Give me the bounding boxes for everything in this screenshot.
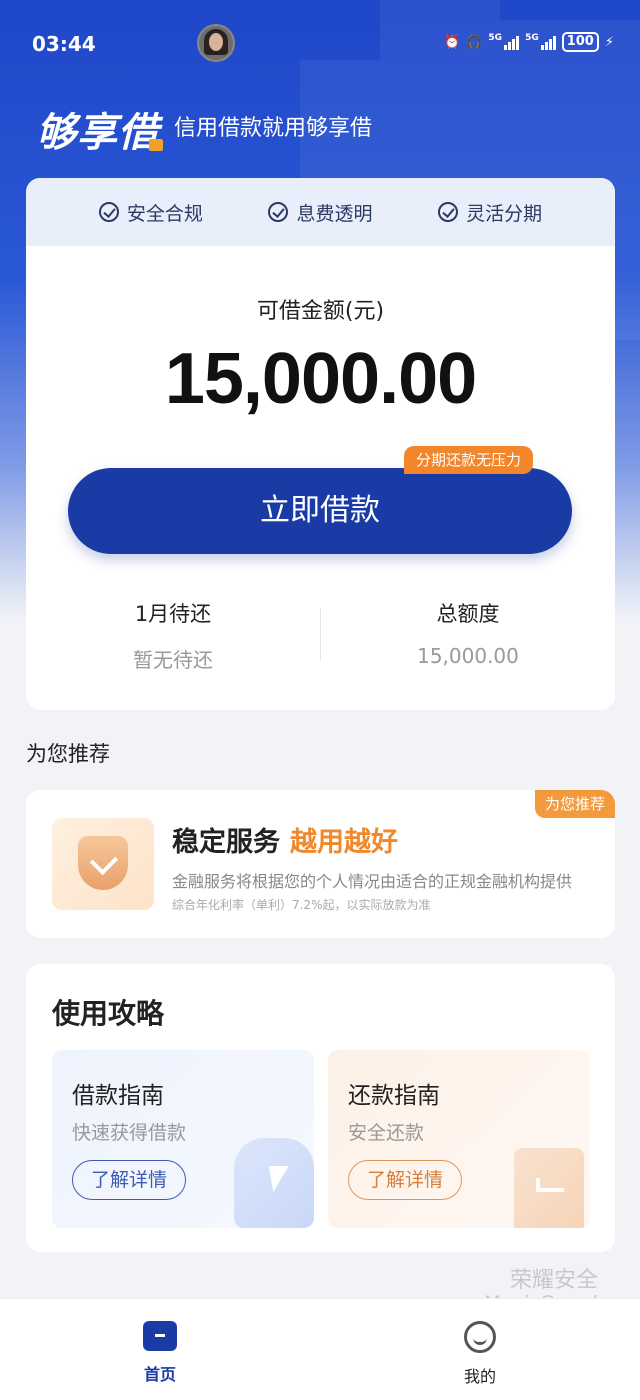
home-icon [143, 1321, 177, 1351]
charging-icon: ⚡ [604, 34, 614, 50]
due-title: 1月待还 [134, 602, 212, 626]
repay-guide-title: 还款指南 [348, 1083, 440, 1109]
total-value: 15,000.00 [417, 644, 519, 668]
guide-card: 使用攻略 借款指南 快速获得借款 了解详情 还款指南 安全还款 了解详情 [26, 964, 615, 1252]
feature-item: 安全合规 [98, 199, 203, 226]
recommend-title: 稳定服务 越用越好 [172, 827, 398, 858]
nav-home-label: 首页 [143, 1365, 176, 1384]
status-time: 03:44 [32, 32, 96, 56]
amount-label: 可借金额(元) [256, 299, 385, 324]
alarm-icon: ⏰ [444, 34, 461, 50]
feature-item: 灵活分期 [438, 199, 542, 226]
recommend-card[interactable]: 为您推荐 稳定服务 越用越好 金融服务将根据您的个人情况由适合的正规金融机构提供 … [26, 790, 615, 938]
lightning-shield-icon [234, 1138, 314, 1228]
recommend-tag: 为您推荐 [534, 790, 615, 818]
promo-tag: 分期还款无压力 [404, 446, 534, 474]
signal-icon: 5G [488, 34, 520, 50]
nav-mine[interactable]: 我的 [420, 1321, 540, 1387]
recommend-section-title: 为您推荐 [26, 742, 110, 766]
smile-face-icon [464, 1321, 496, 1353]
guide-title: 使用攻略 [52, 997, 165, 1030]
status-icons: ⏰ 🎧 5G 5G 100 ⚡ [444, 32, 614, 52]
total-title: 总额度 [436, 602, 500, 626]
loan-card: 安全合规 息费透明 灵活分期 可借金额(元) 15,000.00 立即借款 分期… [26, 178, 615, 710]
battery-icon: 100 [561, 32, 599, 52]
nav-home[interactable]: 首页 [100, 1321, 220, 1385]
total-limit-stat[interactable]: 总额度 15,000.00 [321, 598, 615, 668]
repay-guide-tile[interactable]: 还款指南 安全还款 了解详情 [328, 1050, 590, 1228]
check-circle-icon [98, 202, 119, 222]
status-bar: 03:44 ⏰ 🎧 5G 5G 100 ⚡ [0, 0, 640, 84]
borrow-guide-details-button[interactable]: 了解详情 [72, 1160, 187, 1200]
bottom-navigation: 首页 我的 [0, 1298, 640, 1400]
recommend-title-highlight: 越用越好 [290, 827, 398, 858]
borrow-now-button[interactable]: 立即借款 [68, 468, 572, 554]
recommend-rate-note: 综合年化利率（单利）7.2%起，以实际放款为准 [172, 898, 431, 912]
due-value: 暂无待还 [133, 648, 213, 672]
app-logo: 够享借 [36, 100, 163, 158]
repay-guide-subtitle: 安全还款 [348, 1122, 425, 1144]
document-icon [514, 1148, 584, 1228]
check-circle-icon [438, 202, 459, 222]
borrow-guide-title: 借款指南 [72, 1083, 164, 1109]
headphones-icon: 🎧 [466, 34, 483, 50]
borrow-guide-tile[interactable]: 借款指南 快速获得借款 了解详情 [52, 1050, 314, 1228]
available-amount: 15,000.00 [164, 339, 477, 419]
check-circle-icon [268, 202, 289, 222]
notification-avatar-icon [197, 24, 235, 62]
feature-strip: 安全合规 息费透明 灵活分期 [26, 178, 615, 246]
repay-guide-details-button[interactable]: 了解详情 [348, 1160, 463, 1200]
signal-icon-2: 5G [525, 34, 556, 50]
nav-mine-label: 我的 [463, 1367, 496, 1386]
watermark-line1: 荣耀安全 [509, 1268, 598, 1293]
borrow-guide-subtitle: 快速获得借款 [72, 1122, 187, 1144]
app-slogan: 信用借款就用够享借 [174, 116, 373, 141]
feature-item: 息费透明 [268, 199, 372, 226]
due-stat[interactable]: 1月待还 暂无待还 [26, 598, 320, 673]
recommend-description: 金融服务将根据您的个人情况由适合的正规金融机构提供 [172, 872, 573, 891]
shield-check-icon [52, 818, 154, 910]
